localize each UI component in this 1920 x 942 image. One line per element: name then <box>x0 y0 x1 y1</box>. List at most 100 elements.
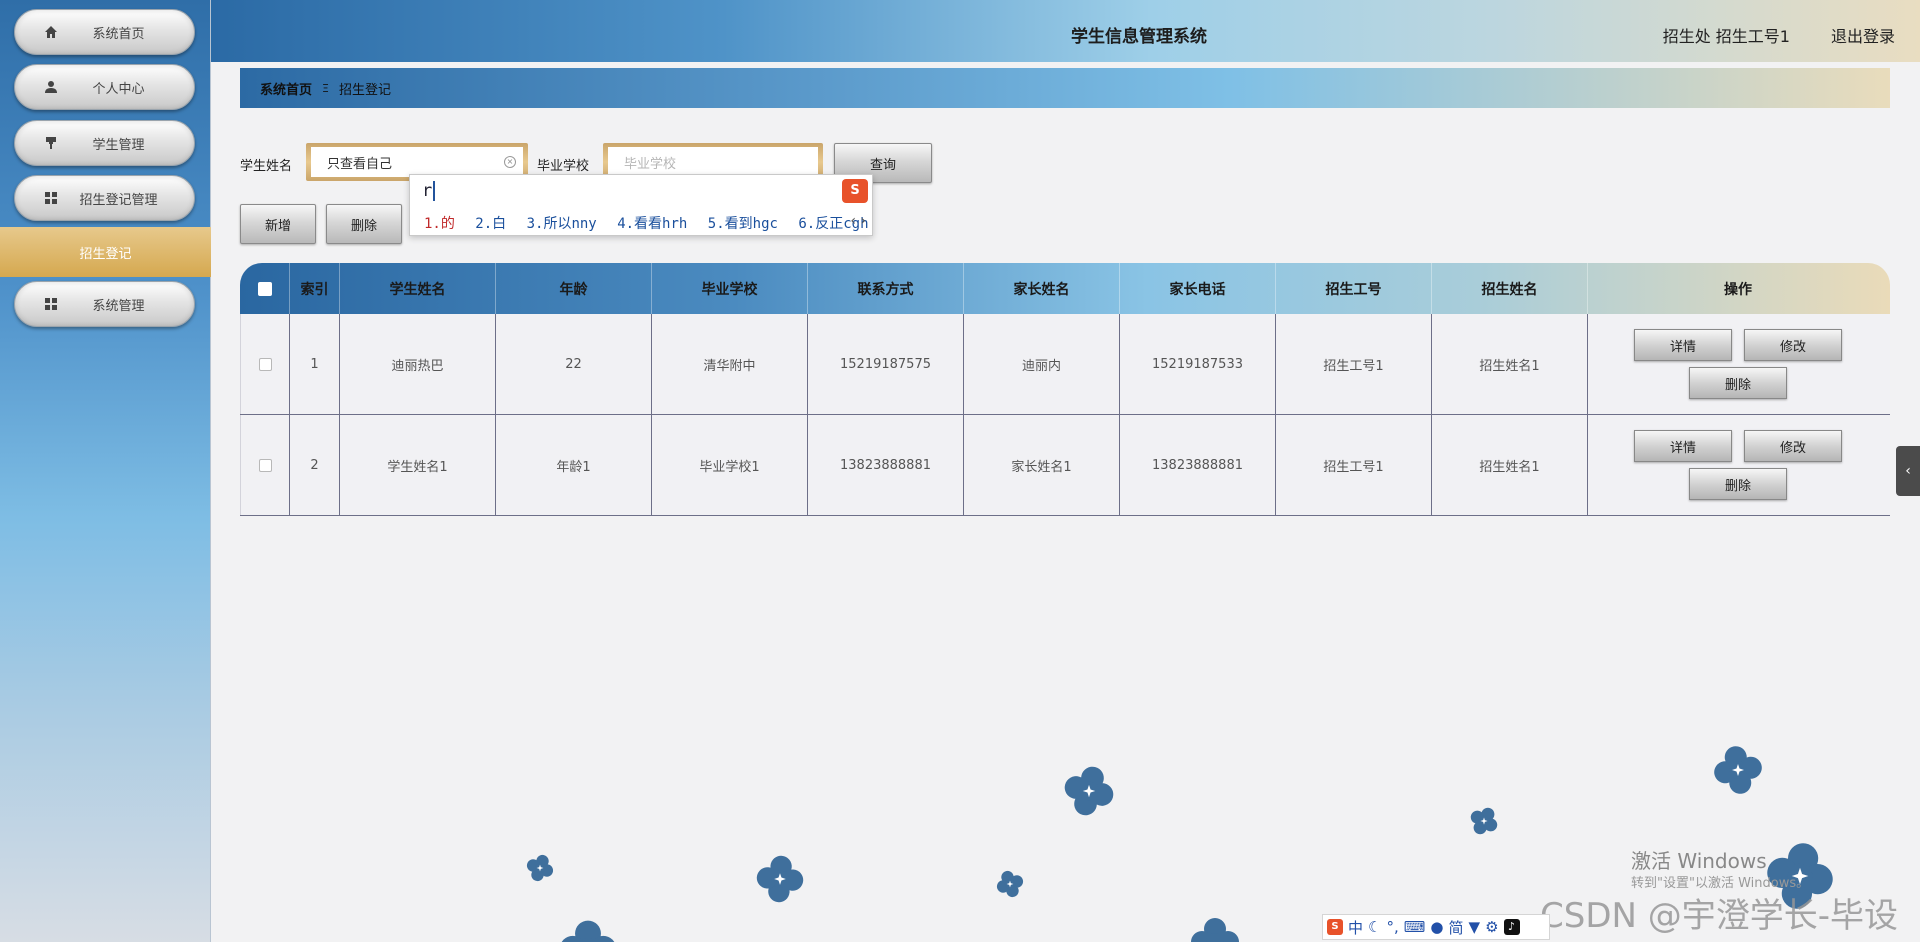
cell-age: 年龄1 <box>496 415 652 515</box>
breadcrumb: 系统首页 Ξ 招生登记 <box>240 68 1890 108</box>
col-student-name: 学生姓名 <box>340 263 496 314</box>
ime-toolbar: S 中 ☾ °, ⌨ ● 简 ▼ ⚙ ♪ <box>1322 914 1550 940</box>
edit-button[interactable]: 修改 <box>1744 430 1842 462</box>
add-button[interactable]: 新增 <box>240 204 316 244</box>
sidebar-item-label: 学生管理 <box>92 137 145 153</box>
sidebar-subitem-enrollment-register[interactable]: 招生登记 <box>0 227 211 277</box>
cell-actions: 详情 修改 删除 <box>1588 415 1888 515</box>
ime-candidate-popup: r S 1.的 2.白 3.所以nny 4.看看hrh 5.看到hgc 6.反正… <box>409 174 873 236</box>
row-checkbox[interactable] <box>258 357 272 371</box>
sidebar: 系统首页 个人中心 学生管理 招生登记管理 招生登记 系统管理 <box>0 0 211 942</box>
keyboard-icon[interactable]: ⌨ <box>1404 918 1426 936</box>
sidebar-item-label: 个人中心 <box>92 81 145 97</box>
enrollment-table: 索引 学生姓名 年龄 毕业学校 联系方式 家长姓名 家长电话 招生工号 招生姓名… <box>240 263 1890 516</box>
top-header: 学生信息管理系统 招生处 招生工号1 退出登录 <box>211 0 1920 62</box>
col-school: 毕业学校 <box>652 263 808 314</box>
sogou-logo-icon: S <box>842 179 868 203</box>
ime-candidate[interactable]: 2.白 <box>475 216 506 232</box>
moon-icon[interactable]: ☾ <box>1368 918 1381 936</box>
select-all-cell <box>240 263 290 314</box>
col-age: 年龄 <box>496 263 652 314</box>
sidebar-item-label: 系统首页 <box>92 26 145 42</box>
sidebar-item-enrollment[interactable]: 招生登记管理 <box>14 175 195 221</box>
col-actions: 操作 <box>1724 281 1752 298</box>
sidebar-item-students[interactable]: 学生管理 <box>14 120 195 166</box>
punctuation-icon[interactable]: °, <box>1386 918 1398 936</box>
student-name-value: 只查看自己 <box>327 156 393 172</box>
csdn-watermark: CSDN @宇澄学长-毕设 <box>1540 896 1899 936</box>
app-title: 学生信息管理系统 <box>1071 27 1207 47</box>
flower-decoration <box>1191 918 1239 942</box>
sidebar-item-home[interactable]: 系统首页 <box>14 9 195 55</box>
cell-index: 2 <box>290 415 340 515</box>
sidebar-item-profile[interactable]: 个人中心 <box>14 64 195 110</box>
cell-age: 22 <box>496 314 652 414</box>
col-contact: 联系方式 <box>808 263 964 314</box>
cell-parent-name: 迪丽内 <box>964 314 1120 414</box>
sidebar-item-system[interactable]: 系统管理 <box>14 281 195 327</box>
logout-link[interactable]: 退出登录 <box>1831 23 1895 47</box>
windows-activation-title: 激活 Windows <box>1631 849 1767 873</box>
student-name-label: 学生姓名 <box>240 159 293 174</box>
ime-candidate[interactable]: 5.看到hgc <box>708 216 778 232</box>
detail-button[interactable]: 详情 <box>1634 430 1732 462</box>
cell-parent-phone: 15219187533 <box>1120 314 1276 414</box>
table-row: 1 迪丽热巴 22 清华附中 15219187575 迪丽内 152191875… <box>240 314 1890 415</box>
cell-school: 毕业学校1 <box>652 415 808 515</box>
clear-icon[interactable]: × <box>504 156 516 168</box>
ime-typed-text: r <box>422 181 436 201</box>
cell-parent-phone: 13823888881 <box>1120 415 1276 515</box>
sidebar-item-label: 招生登记管理 <box>79 192 158 208</box>
flower-decoration <box>559 920 617 942</box>
select-all-checkbox[interactable] <box>257 281 272 296</box>
brush-icon <box>41 136 61 150</box>
cell-staff-name: 招生姓名1 <box>1432 314 1588 414</box>
current-user: 招生处 招生工号1 <box>1662 27 1790 46</box>
school-label: 毕业学校 <box>537 159 590 174</box>
flower-decoration <box>1464 802 1504 840</box>
cell-contact: 13823888881 <box>808 415 964 515</box>
breadcrumb-separator: Ξ <box>322 81 329 95</box>
row-checkbox[interactable] <box>258 458 272 472</box>
breadcrumb-home[interactable]: 系统首页 <box>260 79 312 98</box>
delete-button[interactable]: 删除 <box>1689 468 1787 500</box>
sidebar-item-label: 系统管理 <box>92 298 145 314</box>
col-parent-phone: 家长电话 <box>1120 263 1276 314</box>
user-icon <box>41 80 61 94</box>
tiktok-icon[interactable]: ♪ <box>1503 919 1520 935</box>
cell-student-name: 学生姓名1 <box>340 415 496 515</box>
ime-candidate[interactable]: 1.的 <box>424 216 455 232</box>
sogou-logo-icon[interactable]: S <box>1327 919 1343 935</box>
ime-mode-chinese[interactable]: 中 <box>1348 917 1363 938</box>
cell-staff-id: 招生工号1 <box>1276 415 1432 515</box>
ime-simplified[interactable]: 简 <box>1449 917 1464 938</box>
row-checkbox-cell <box>240 314 290 414</box>
ime-page-arrows-icon[interactable]: ‹ › <box>850 213 866 229</box>
edit-button[interactable]: 修改 <box>1744 329 1842 361</box>
ime-candidate[interactable]: 3.所以nny <box>527 216 597 232</box>
shirt-icon[interactable]: ▼ <box>1469 918 1481 936</box>
user-icon[interactable]: ● <box>1430 918 1443 936</box>
cell-parent-name: 家长姓名1 <box>964 415 1120 515</box>
home-icon <box>41 25 61 39</box>
ime-candidate[interactable]: 4.看看hrh <box>617 216 687 232</box>
flower-decoration <box>1710 742 1766 798</box>
cell-actions: 详情 修改 删除 <box>1588 314 1888 414</box>
col-staff-name: 招生姓名 <box>1432 263 1588 314</box>
flower-decoration <box>992 866 1028 902</box>
cell-school: 清华附中 <box>652 314 808 414</box>
cell-staff-name: 招生姓名1 <box>1432 415 1588 515</box>
school-placeholder: 毕业学校 <box>624 156 677 172</box>
side-collapse-tab[interactable]: ‹ <box>1896 446 1920 496</box>
gear-icon[interactable]: ⚙ <box>1485 918 1498 936</box>
flower-decoration <box>754 853 806 905</box>
table-header: 索引 学生姓名 年龄 毕业学校 联系方式 家长姓名 家长电话 招生工号 招生姓名… <box>240 263 1890 314</box>
row-checkbox-cell <box>240 415 290 515</box>
cell-staff-id: 招生工号1 <box>1276 314 1432 414</box>
delete-button[interactable]: 删除 <box>1689 367 1787 399</box>
col-parent-name: 家长姓名 <box>964 263 1120 314</box>
table-row: 2 学生姓名1 年龄1 毕业学校1 13823888881 家长姓名1 1382… <box>240 415 1890 516</box>
detail-button[interactable]: 详情 <box>1634 329 1732 361</box>
bulk-delete-button[interactable]: 删除 <box>326 204 402 244</box>
cell-student-name: 迪丽热巴 <box>340 314 496 414</box>
